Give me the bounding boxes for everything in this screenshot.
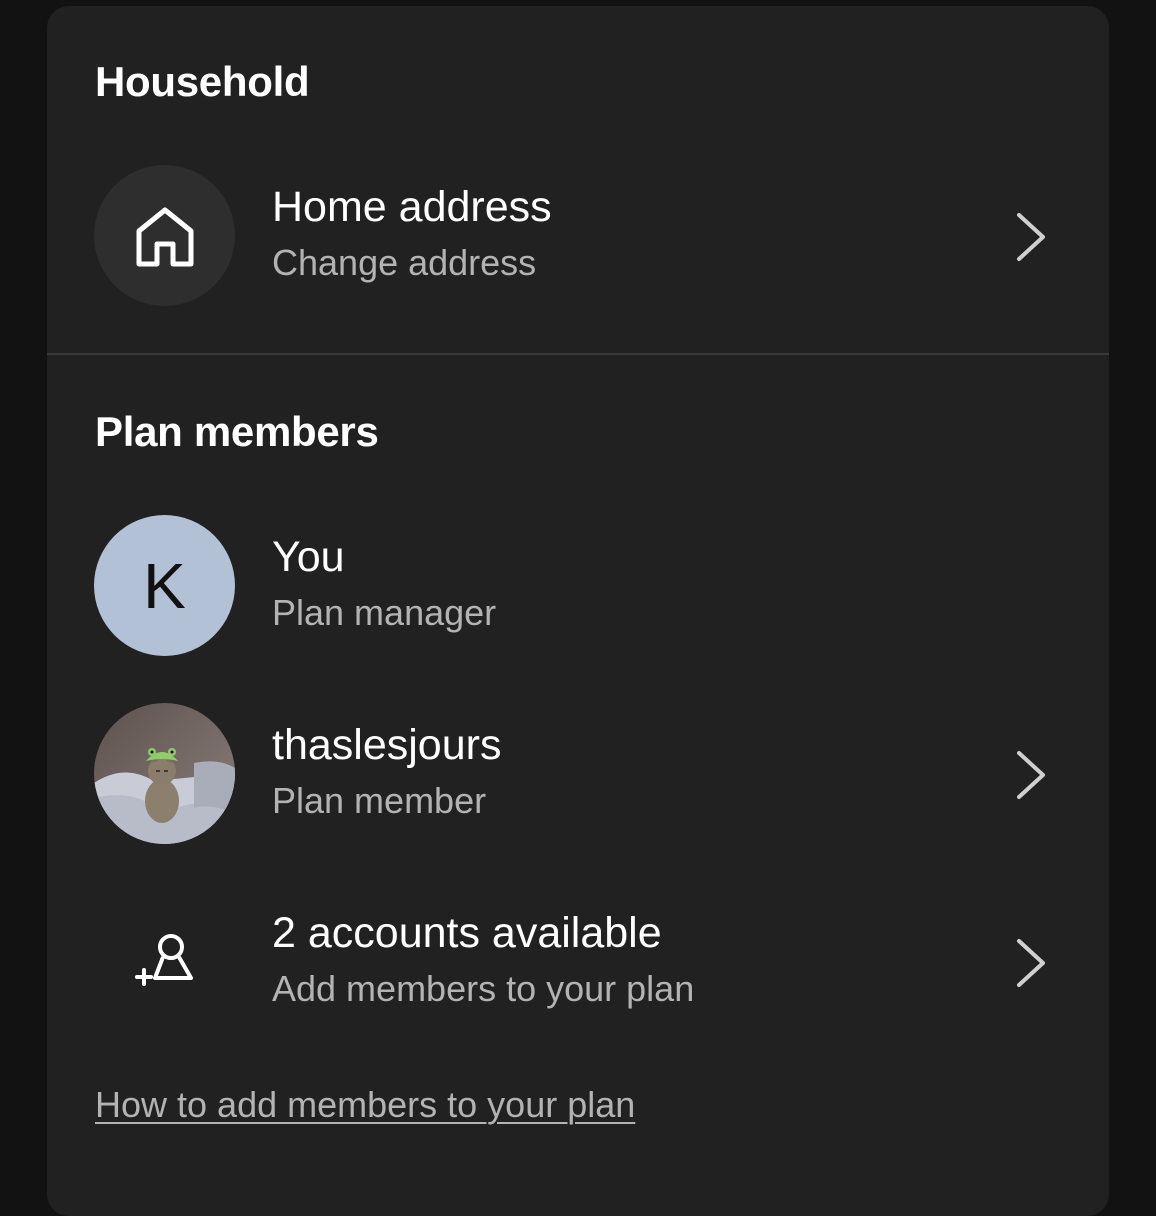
avatar: K bbox=[94, 515, 235, 656]
plan-members-title: Plan members bbox=[95, 408, 379, 455]
home-icon bbox=[136, 207, 193, 266]
add-user-icon-circle bbox=[94, 891, 235, 1032]
add-members-sublabel: Add members to your plan bbox=[272, 968, 695, 1009]
home-icon-circle bbox=[94, 165, 235, 306]
home-address-row[interactable]: Home address Change address bbox=[47, 165, 1109, 315]
household-title: Household bbox=[95, 58, 310, 105]
avatar-initial: K bbox=[143, 549, 186, 622]
chevron-right-icon bbox=[1017, 939, 1045, 987]
section-divider bbox=[47, 353, 1109, 355]
plan-card: Household Home address Change address Pl… bbox=[47, 6, 1109, 1216]
member-role: Plan member bbox=[272, 780, 487, 821]
add-members-row[interactable]: 2 accounts available Add members to your… bbox=[47, 891, 1109, 1041]
home-address-sublabel: Change address bbox=[272, 242, 537, 283]
member-row-you: K You Plan manager bbox=[47, 515, 1109, 665]
avatar bbox=[94, 703, 235, 844]
add-members-label: 2 accounts available bbox=[272, 909, 662, 957]
member-name: thaslesjours bbox=[272, 721, 502, 769]
member-name: You bbox=[272, 533, 345, 581]
add-user-icon bbox=[134, 933, 193, 986]
how-to-add-members-link[interactable]: How to add members to your plan bbox=[95, 1084, 635, 1126]
cat-photo-avatar bbox=[94, 703, 235, 844]
home-address-label: Home address bbox=[272, 183, 552, 231]
member-row-thaslesjours[interactable]: thaslesjours Plan member bbox=[47, 703, 1109, 853]
member-role: Plan manager bbox=[272, 592, 497, 633]
chevron-right-icon bbox=[1017, 213, 1045, 261]
chevron-right-icon bbox=[1017, 751, 1045, 799]
